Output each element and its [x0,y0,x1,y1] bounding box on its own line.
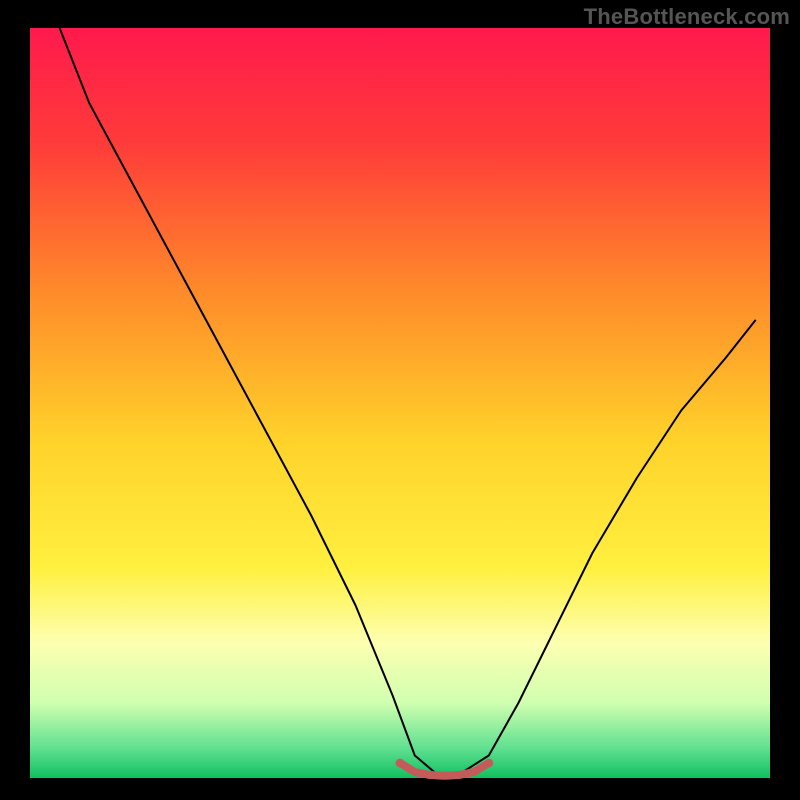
watermark-text: TheBottleneck.com [584,4,790,30]
valley-marker-endpoint [396,759,405,768]
bottleneck-chart [0,0,800,800]
plot-background [30,28,770,778]
chart-container: TheBottleneck.com [0,0,800,800]
valley-marker-endpoint [484,759,493,768]
